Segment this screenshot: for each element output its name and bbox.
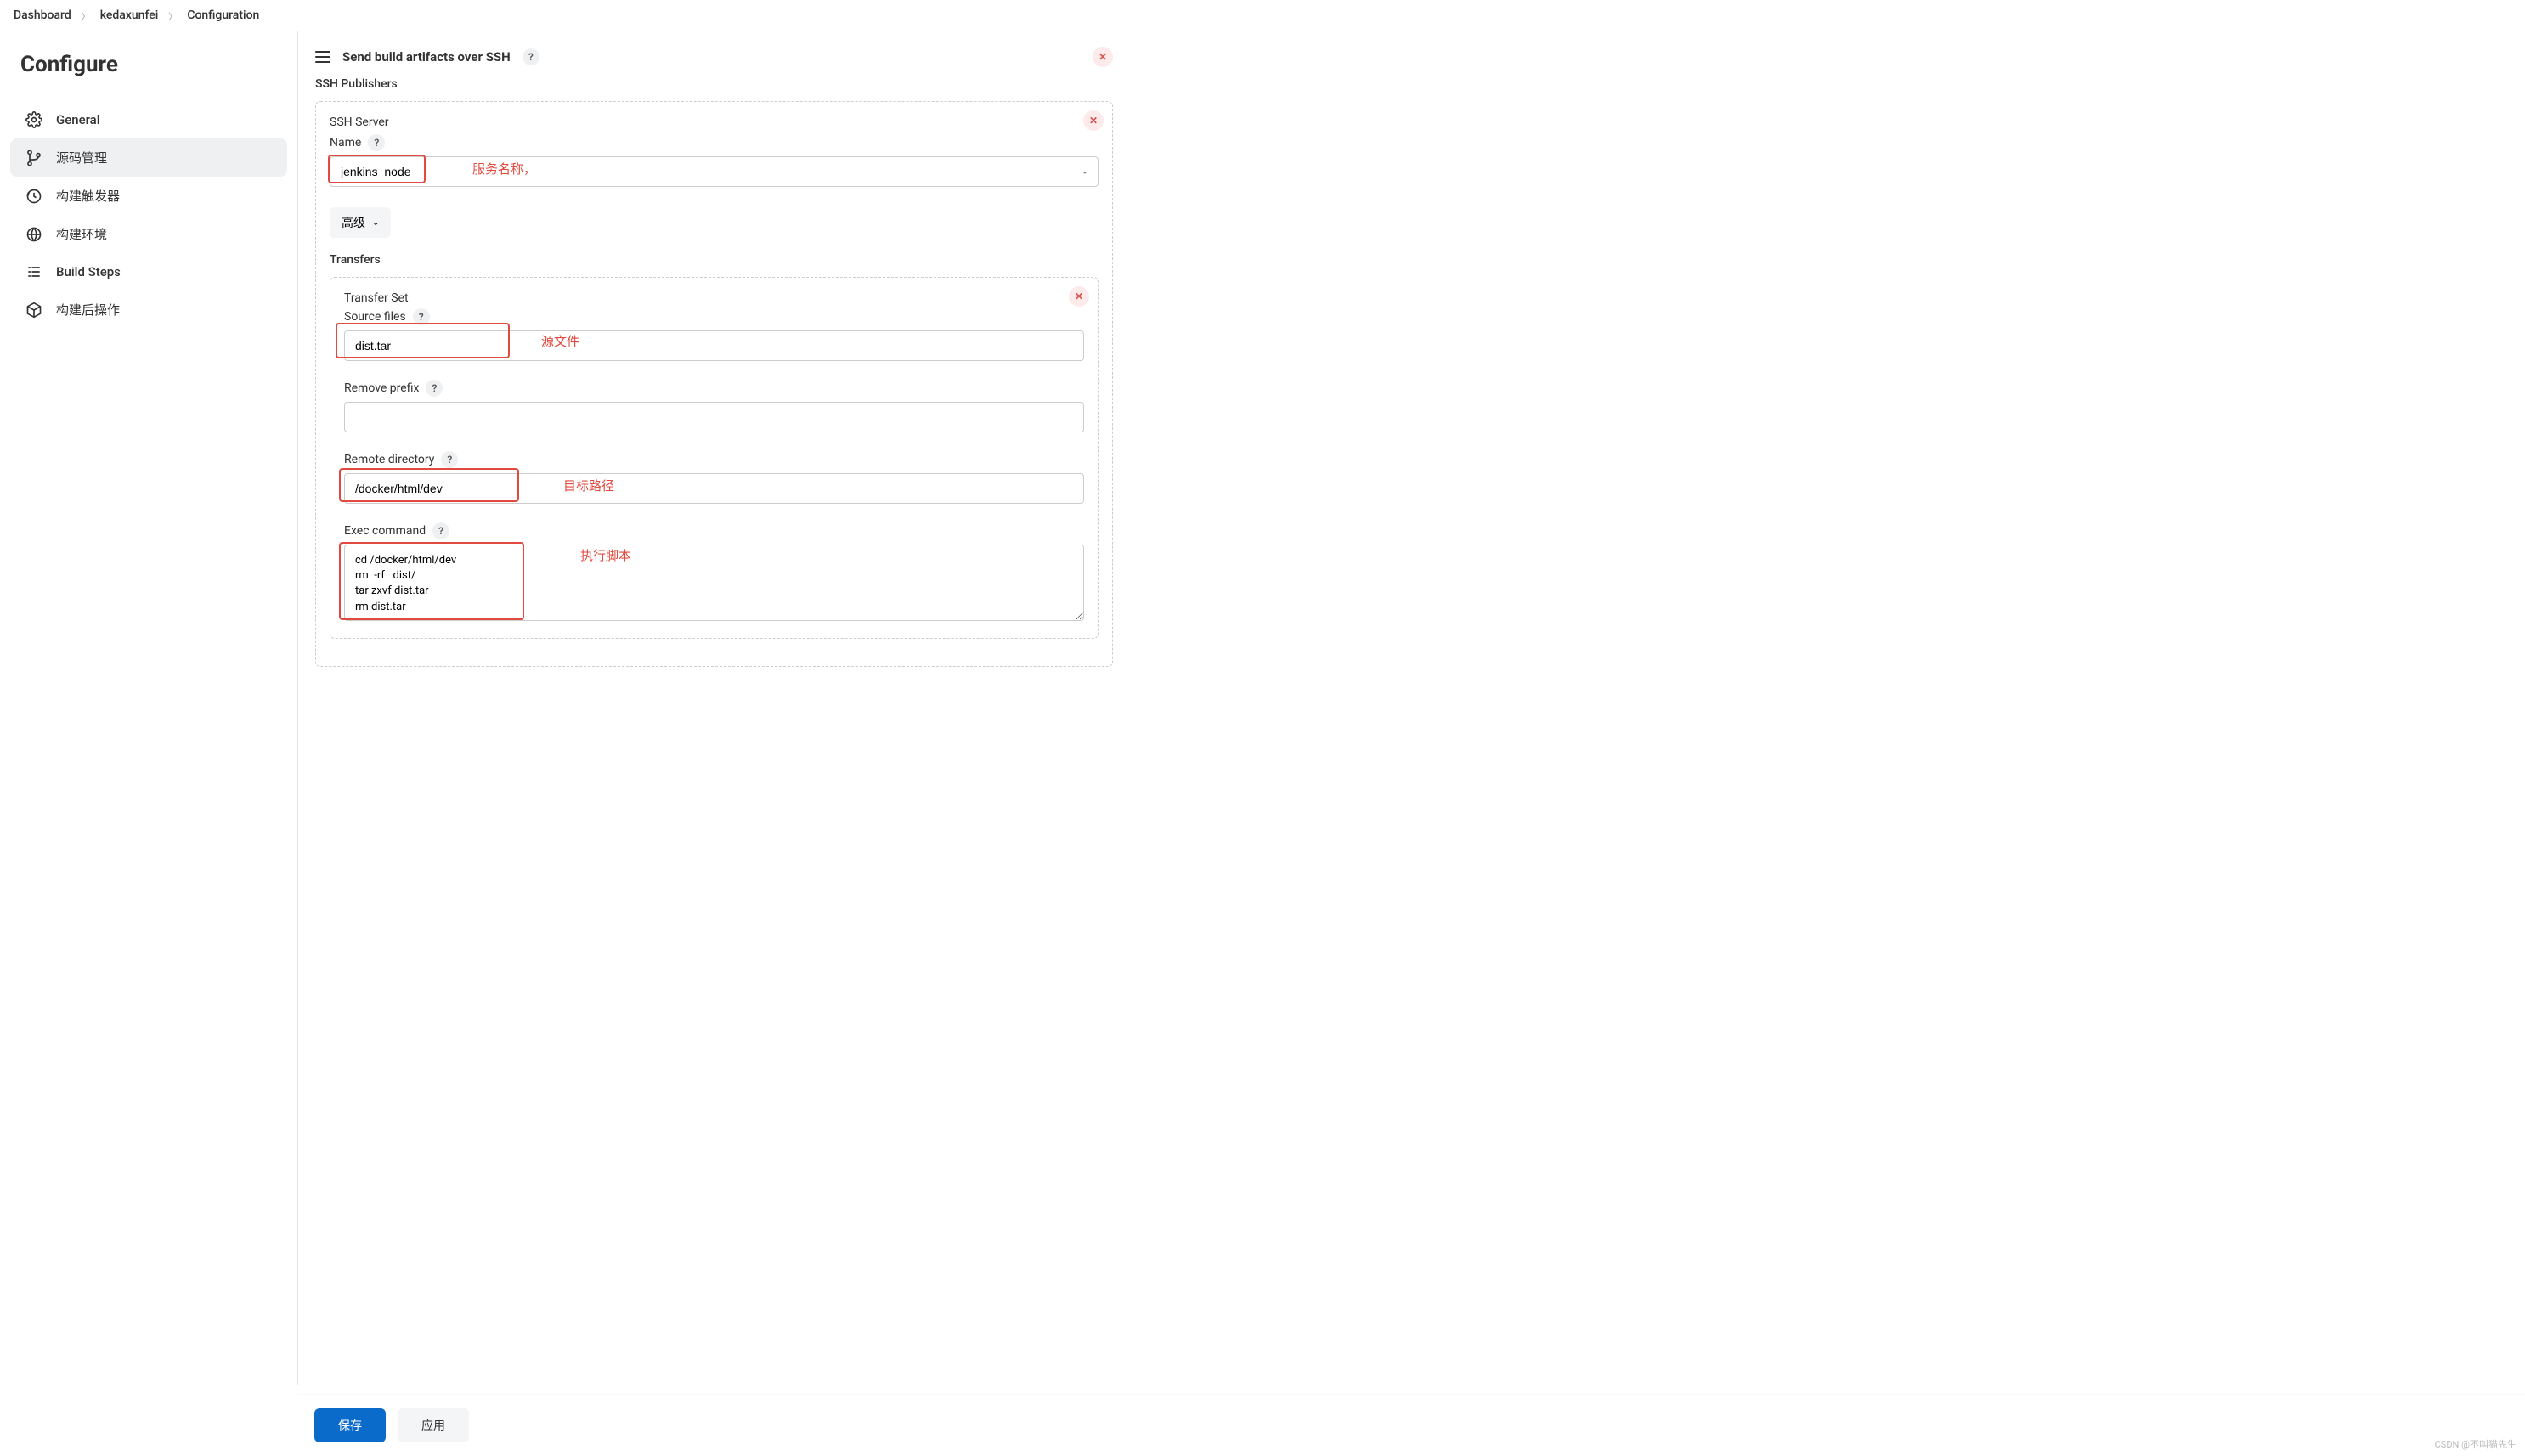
sidebar-item-general[interactable]: General <box>10 101 287 138</box>
help-icon[interactable]: ? <box>523 48 539 65</box>
branch-icon <box>25 150 42 166</box>
apply-button[interactable]: 应用 <box>398 1408 469 1442</box>
transfers-label: Transfers <box>330 253 1099 267</box>
watermark: CSDN @不叫猫先生 <box>2435 1437 2517 1451</box>
breadcrumb: Dashboard 〉 kedaxunfei 〉 Configuration <box>0 0 2525 31</box>
source-files-input[interactable] <box>344 330 1084 361</box>
remove-server-button[interactable]: ✕ <box>1083 110 1104 131</box>
help-icon[interactable]: ? <box>441 451 458 468</box>
sidebar: Configure General 源码管理 构建触发器 <box>0 31 297 1385</box>
drag-handle-icon[interactable] <box>315 51 330 63</box>
page-title: Configure <box>20 52 277 77</box>
remote-directory-input[interactable] <box>344 473 1084 504</box>
breadcrumb-project[interactable]: kedaxunfei <box>100 8 159 22</box>
remove-section-button[interactable]: ✕ <box>1093 47 1113 67</box>
chevron-down-icon: ⌄ <box>372 218 379 228</box>
help-icon[interactable]: ? <box>413 308 430 325</box>
main-content: Send build artifacts over SSH ? ✕ SSH Pu… <box>297 31 1130 1385</box>
transfer-set-group: ✕ Transfer Set Source files ? 源文件 Rem <box>330 277 1099 639</box>
advanced-button[interactable]: 高级 ⌄ <box>330 207 391 238</box>
sidebar-item-label: General <box>56 112 100 127</box>
sidebar-item-build-env[interactable]: 构建环境 <box>10 215 287 253</box>
breadcrumb-configuration[interactable]: Configuration <box>187 8 259 22</box>
chevron-right-icon: 〉 <box>168 9 177 22</box>
clock-icon <box>25 188 42 205</box>
breadcrumb-dashboard[interactable]: Dashboard <box>14 8 71 22</box>
sidebar-item-label: 源码管理 <box>56 149 107 166</box>
steps-icon <box>25 263 42 280</box>
gear-icon <box>25 111 42 128</box>
remove-prefix-label: Remove prefix <box>344 381 419 395</box>
help-icon[interactable]: ? <box>432 522 449 539</box>
remote-directory-label: Remote directory <box>344 453 434 466</box>
remove-transfer-button[interactable]: ✕ <box>1069 286 1089 307</box>
sidebar-item-scm[interactable]: 源码管理 <box>10 138 287 177</box>
remove-prefix-input[interactable] <box>344 402 1084 432</box>
chevron-right-icon: 〉 <box>82 9 90 22</box>
package-icon <box>25 302 42 319</box>
exec-command-label: Exec command <box>344 524 426 538</box>
sidebar-item-build-steps[interactable]: Build Steps <box>10 253 287 291</box>
ssh-publishers-label: SSH Publishers <box>315 77 1113 91</box>
sidebar-item-triggers[interactable]: 构建触发器 <box>10 177 287 215</box>
help-icon[interactable]: ? <box>368 134 385 151</box>
source-files-label: Source files <box>344 310 406 324</box>
exec-command-textarea[interactable] <box>344 545 1084 621</box>
ssh-server-name-select[interactable]: jenkins_node <box>330 156 1099 187</box>
sidebar-item-label: 构建环境 <box>56 225 107 243</box>
footer-actions: 保存 应用 <box>297 1394 2525 1456</box>
sidebar-item-label: 构建触发器 <box>56 187 120 205</box>
ssh-server-group: ✕ SSH Server Name ? jenkins_node ⌄ 服务名称， <box>315 101 1113 667</box>
transfer-set-header: Transfer Set <box>344 291 1084 305</box>
ssh-server-header: SSH Server <box>330 116 1099 129</box>
help-icon[interactable]: ? <box>426 380 443 397</box>
sidebar-item-label: 构建后操作 <box>56 301 120 319</box>
section-title: Send build artifacts over SSH <box>342 49 511 65</box>
globe-icon <box>25 226 42 243</box>
sidebar-item-post-build[interactable]: 构建后操作 <box>10 291 287 329</box>
sidebar-item-label: Build Steps <box>56 264 121 279</box>
name-label: Name <box>330 136 361 150</box>
save-button[interactable]: 保存 <box>314 1408 386 1442</box>
